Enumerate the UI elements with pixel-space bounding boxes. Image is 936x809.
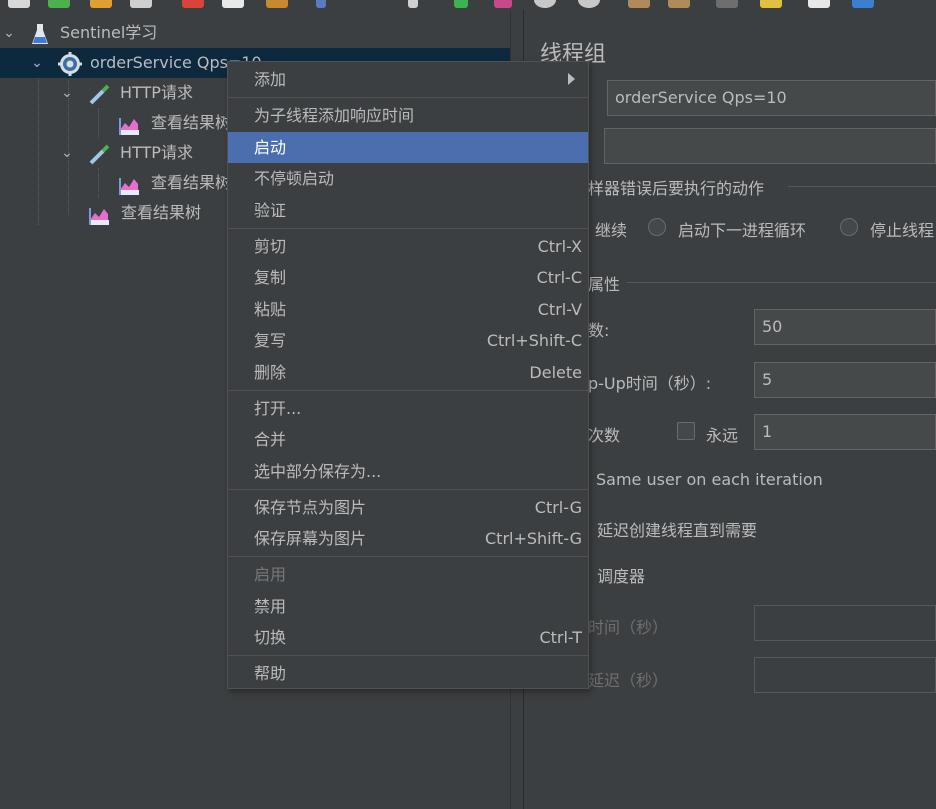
menu-item-delete[interactable]: 删除 Delete [228,357,588,388]
menu-item-toggle[interactable]: 切换 Ctrl-T [228,622,588,653]
menu-item-enable: 启用 [254,565,287,584]
tree-item-test-plan[interactable]: ⌄ Sentinel学习 [0,18,510,48]
menu-item-merge[interactable]: 合并 [228,424,588,455]
loop-count-label: 次数 [588,426,621,445]
continue-radio-label: 继续 [595,221,628,240]
menu-item-open[interactable]: 打开... [228,393,588,424]
clear-all-icon[interactable] [668,0,690,8]
menu-item-save-screen-image[interactable]: 保存屏幕为图片 Ctrl+Shift-G [228,523,588,554]
reset-search-icon[interactable] [760,0,782,8]
menu-item-save-selection-as[interactable]: 选中部分保存为... [228,456,588,487]
startup-delay-label: 延迟（秒） [588,671,669,690]
next-loop-radio[interactable] [648,218,666,236]
tree-item-label: 查看结果树 [121,203,202,222]
rampup-input[interactable]: 5 [754,362,936,398]
submenu-arrow-icon [568,73,575,85]
menu-item-copy[interactable]: 复制 Ctrl-C [228,262,588,293]
comment-field[interactable] [604,128,936,164]
chevron-down-icon[interactable]: ⌄ [28,48,46,78]
group-divider [627,282,936,283]
tree-item-label: Sentinel学习 [60,23,158,42]
duration-input[interactable] [754,605,936,641]
loop-count-input[interactable]: 1 [754,414,936,450]
forever-label: 永远 [706,426,739,445]
test-plan-flask-icon [30,24,50,44]
clear-icon[interactable] [628,0,650,8]
chevron-down-icon[interactable]: ⌄ [58,78,76,108]
result-tree-listener-icon [88,204,109,225]
start-icon[interactable] [454,0,468,8]
menu-separator [228,390,588,391]
name-field[interactable]: orderService Qps=10 [607,80,936,116]
menu-separator [228,556,588,557]
chevron-down-icon[interactable]: ⌄ [58,138,76,168]
expand-icon[interactable] [316,0,326,8]
properties-group-title: 属性 [588,275,621,294]
chevron-down-icon[interactable]: ⌄ [0,18,18,48]
menu-separator [228,489,588,490]
forever-checkbox[interactable] [677,422,695,440]
scheduler-label: 调度器 [597,567,646,586]
cut-icon[interactable] [182,0,204,8]
http-sampler-pipette-icon [88,84,110,105]
next-loop-radio-label: 启动下一进程循环 [678,221,807,240]
open-folder-icon[interactable] [90,0,112,8]
menu-item-paste[interactable]: 粘贴 Ctrl-V [228,294,588,325]
menu-item-add-response-time[interactable]: 为子线程添加响应时间 [228,100,588,131]
error-action-group-title: 样器错误后要执行的动作 [588,179,765,198]
duration-label: 时间（秒） [588,618,669,637]
start-no-pause-icon[interactable] [494,0,512,8]
tree-item-label: HTTP请求 [120,83,193,102]
help-icon[interactable] [852,0,874,8]
function-helper-icon[interactable] [808,0,830,8]
thread-group-gear-icon [58,52,82,76]
rampup-label: p-Up时间（秒）: [588,374,712,393]
delay-create-label: 延迟创建线程直到需要 [597,521,758,540]
menu-separator [228,97,588,98]
menu-item-save-node-image[interactable]: 保存节点为图片 Ctrl-G [228,492,588,523]
menu-item-add[interactable]: 添加 [228,64,588,95]
tree-item-label: 查看结果树 [151,113,232,132]
paste-icon[interactable] [266,0,288,8]
context-menu: 添加 为子线程添加响应时间 启动 不停顿启动 验证 剪切 Ctrl-X 复制 Ctr… [227,61,589,689]
tree-item-label: HTTP请求 [120,143,193,162]
search-icon[interactable] [716,0,738,8]
stop-icon[interactable] [534,0,556,8]
copy-icon[interactable] [222,0,244,8]
toggle-icon[interactable] [408,0,418,8]
group-divider [788,186,936,187]
stop-thread-radio-label: 停止线程 [870,221,935,240]
http-sampler-pipette-icon [88,144,110,165]
result-tree-listener-icon [118,114,139,135]
stop-thread-radio[interactable] [840,218,858,236]
new-file-icon[interactable] [8,0,30,8]
menu-separator [228,655,588,656]
tree-item-label: 查看结果树 [151,173,232,192]
menu-separator [228,228,588,229]
menu-item-start-no-pauses[interactable]: 不停顿启动 [228,163,588,194]
menu-item-cut[interactable]: 剪切 Ctrl-X [228,231,588,262]
templates-icon[interactable] [48,0,70,8]
menu-item-validate[interactable]: 验证 [228,195,588,226]
menu-item-duplicate[interactable]: 复写 Ctrl+Shift-C [228,325,588,356]
threads-label: 数: [588,321,610,340]
toolbar [0,0,936,10]
result-tree-listener-icon [118,174,139,195]
menu-item-start[interactable]: 启动 [228,132,588,163]
save-icon[interactable] [130,0,152,8]
menu-item-disable[interactable]: 禁用 [228,591,588,622]
shutdown-icon[interactable] [578,0,600,8]
same-user-label: Same user on each iteration [596,470,823,489]
threads-input[interactable]: 50 [754,309,936,345]
startup-delay-input[interactable] [754,657,936,693]
menu-item-help[interactable]: 帮助 [228,658,588,689]
